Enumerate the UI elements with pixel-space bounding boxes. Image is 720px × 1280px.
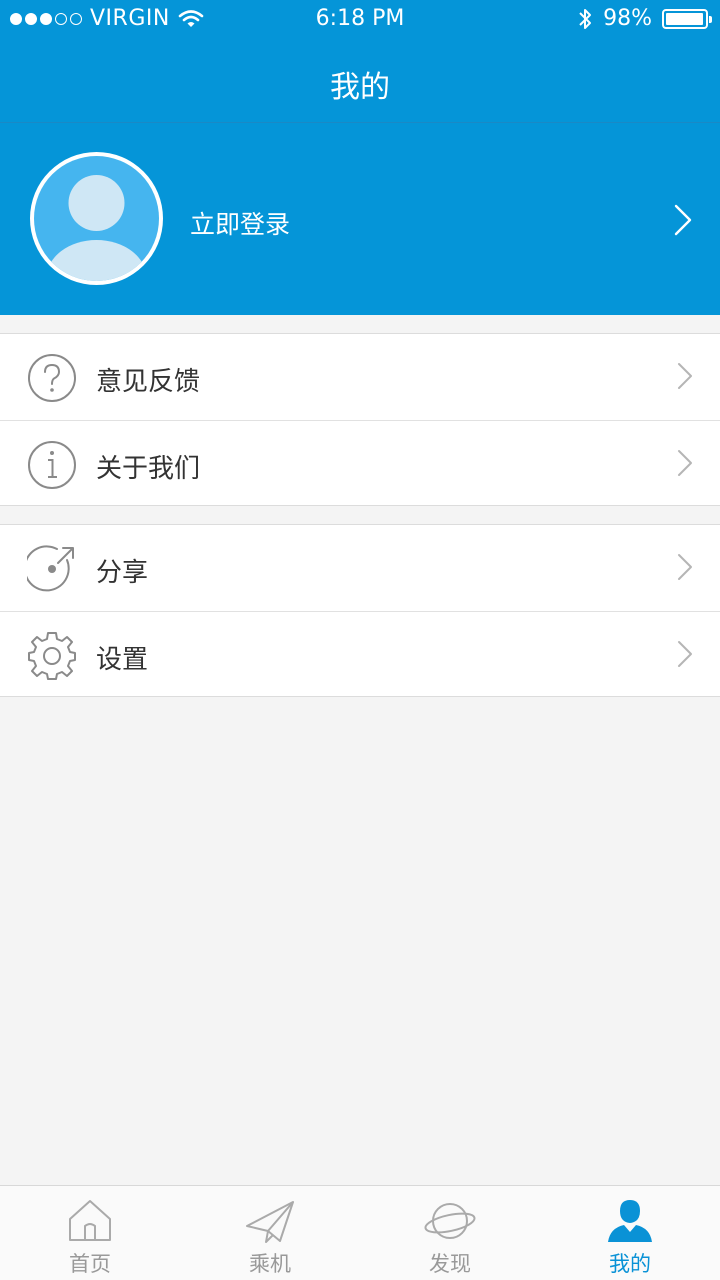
status-bar: VIRGIN 6:18 PM 98% (0, 0, 720, 40)
tab-home[interactable]: 首页 (0, 1186, 180, 1280)
menu-item-label: 意见反馈 (96, 367, 201, 397)
home-icon (69, 1200, 111, 1241)
tab-discover[interactable]: 发现 (360, 1186, 540, 1280)
default-user-icon (46, 175, 147, 281)
menu-group-2: 分享 设置 (0, 524, 720, 697)
menu-item-label: 设置 (96, 645, 149, 675)
menu-item-share[interactable]: 分享 (0, 525, 720, 611)
user-icon (608, 1200, 652, 1242)
tab-bar: 首页 乘机 发现 我的 (0, 1185, 720, 1280)
my-profile-screen: VIRGIN 6:18 PM 98% 我的 立即登录 意见反馈 关于我们 分享 … (0, 0, 720, 1280)
chevron-right-icon (678, 450, 692, 476)
menu-item-about-us[interactable]: 关于我们 (0, 420, 720, 506)
menu-item-feedback[interactable]: 意见反馈 (0, 334, 720, 420)
menu-item-label: 分享 (96, 558, 149, 588)
share-icon (27, 545, 74, 592)
battery-percent: 98% (603, 6, 652, 31)
tab-mine[interactable]: 我的 (540, 1186, 720, 1280)
tab-label: 乘机 (249, 1252, 291, 1276)
header-block: VIRGIN 6:18 PM 98% 我的 立即登录 (0, 0, 720, 315)
chevron-right-icon (678, 554, 692, 580)
tab-label: 我的 (609, 1252, 651, 1276)
paper-plane-icon (246, 1201, 294, 1243)
status-right: 98% (577, 6, 712, 31)
question-circle-icon (28, 354, 76, 402)
menu-group-1: 意见反馈 关于我们 (0, 333, 720, 506)
login-label[interactable]: 立即登录 (190, 205, 290, 241)
gear-icon (28, 632, 76, 680)
menu-item-settings[interactable]: 设置 (0, 611, 720, 697)
battery-fill (666, 12, 704, 25)
profile-login-row[interactable]: 立即登录 (0, 123, 720, 315)
planet-icon (424, 1203, 476, 1239)
tab-boarding[interactable]: 乘机 (180, 1186, 360, 1280)
tab-label: 首页 (69, 1252, 111, 1276)
page-title: 我的 (330, 70, 390, 105)
menu-item-label: 关于我们 (96, 454, 201, 484)
chevron-right-icon (678, 363, 692, 389)
info-circle-icon (28, 441, 76, 489)
avatar[interactable] (30, 152, 163, 285)
bluetooth-icon (579, 8, 592, 29)
nav-bar: 我的 (0, 40, 720, 123)
battery-icon (662, 8, 712, 29)
chevron-right-icon (678, 641, 692, 667)
chevron-right-icon (674, 204, 692, 236)
tab-label: 发现 (429, 1252, 471, 1276)
avatar-placeholder (34, 156, 159, 281)
